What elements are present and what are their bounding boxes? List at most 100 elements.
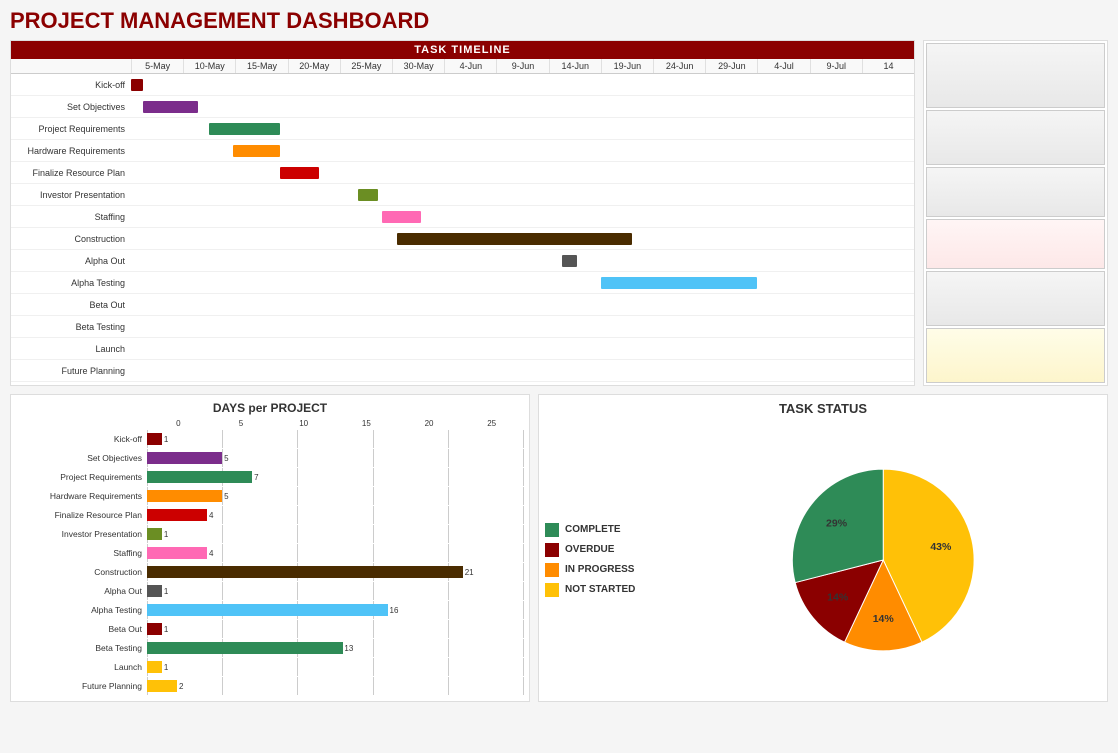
bar-row: Launch 1 bbox=[17, 658, 523, 676]
grid-line bbox=[448, 601, 449, 619]
bar-row-label: Hardware Requirements bbox=[17, 491, 147, 501]
gantt-row-label: Launch bbox=[11, 344, 131, 354]
grid-line bbox=[373, 544, 374, 562]
bar-row: Alpha Out1 bbox=[17, 582, 523, 600]
x-axis-label: 15 bbox=[335, 419, 398, 428]
grid-line bbox=[448, 620, 449, 638]
legend-label: NOT STARTED bbox=[565, 584, 635, 595]
x-axis-label: 20 bbox=[398, 419, 461, 428]
gantt-row: Finalize Resource Plan bbox=[11, 162, 914, 184]
bar-value: 16 bbox=[390, 606, 399, 615]
bar-value: 4 bbox=[209, 549, 213, 558]
gantt-row-label: Finalize Resource Plan bbox=[11, 168, 131, 178]
grid-line bbox=[448, 430, 449, 448]
bar-row: Finalize Resource Plan4 bbox=[17, 506, 523, 524]
gantt-date-label: 9-Jun bbox=[496, 59, 548, 73]
grid-line bbox=[222, 430, 223, 448]
gantt-row-label: Investor Presentation bbox=[11, 190, 131, 200]
gantt-row: Hardware Requirements bbox=[11, 140, 914, 162]
gantt-row-chart bbox=[131, 162, 914, 183]
gantt-date-label: 15-May bbox=[235, 59, 287, 73]
grid-line bbox=[222, 620, 223, 638]
gantt-bar bbox=[358, 189, 378, 201]
bar-row-chart: 16 bbox=[147, 601, 523, 619]
grid-line bbox=[523, 677, 524, 695]
gantt-row-label: Staffing bbox=[11, 212, 131, 222]
grid-line bbox=[448, 525, 449, 543]
legend-item: IN PROGRESS bbox=[545, 563, 665, 577]
gantt-row-chart bbox=[131, 118, 914, 139]
gantt-row: Staffing bbox=[11, 206, 914, 228]
gantt-row-label: Construction bbox=[11, 234, 131, 244]
grid-line bbox=[448, 639, 449, 657]
gantt-bar bbox=[143, 101, 198, 113]
bar-row: Beta Testing13 bbox=[17, 639, 523, 657]
grid-line bbox=[523, 430, 524, 448]
bar-row-chart: 1 bbox=[147, 658, 523, 676]
bar-fill bbox=[147, 490, 222, 502]
gantt-row: Alpha Testing bbox=[11, 272, 914, 294]
grid-line bbox=[448, 677, 449, 695]
gantt-date-label: 25-May bbox=[340, 59, 392, 73]
page-wrapper: PROJECT MANAGEMENT DASHBOARD TASK TIMELI… bbox=[0, 0, 1118, 710]
bar-row: Staffing 4 bbox=[17, 544, 523, 562]
bar-fill bbox=[147, 585, 162, 597]
legend-color-swatch bbox=[545, 583, 559, 597]
bar-value: 7 bbox=[254, 473, 258, 482]
bar-row-label: Beta Testing bbox=[17, 643, 147, 653]
grid-line bbox=[297, 677, 298, 695]
bar-row: Investor Presentation1 bbox=[17, 525, 523, 543]
gantt-date-label: 14 bbox=[862, 59, 914, 73]
x-axis-label: 25 bbox=[460, 419, 523, 428]
thumbnail-panel bbox=[923, 40, 1108, 386]
grid-line bbox=[448, 506, 449, 524]
grid-line bbox=[448, 487, 449, 505]
grid-line bbox=[523, 506, 524, 524]
grid-line bbox=[373, 487, 374, 505]
grid-line bbox=[523, 620, 524, 638]
bar-value: 4 bbox=[209, 511, 213, 520]
grid-line bbox=[448, 468, 449, 486]
bar-row-chart: 1 bbox=[147, 430, 523, 448]
grid-line bbox=[523, 658, 524, 676]
grid-line bbox=[523, 563, 524, 581]
bar-value: 1 bbox=[164, 587, 168, 596]
bar-row: Project Requirements 7 bbox=[17, 468, 523, 486]
grid-line bbox=[222, 677, 223, 695]
status-content: COMPLETE OVERDUE IN PROGRESS NOT STARTED 43… bbox=[545, 424, 1101, 695]
thumb-4 bbox=[926, 219, 1105, 269]
grid-line bbox=[297, 525, 298, 543]
gantt-row-chart bbox=[131, 316, 914, 337]
gantt-body: 5-May10-May15-May20-May25-May30-May4-Jun… bbox=[11, 59, 914, 382]
gantt-bar bbox=[209, 123, 279, 135]
gantt-row-chart bbox=[131, 184, 914, 205]
legend-label: COMPLETE bbox=[565, 524, 621, 535]
gantt-row-chart bbox=[131, 250, 914, 271]
gantt-date-label: 10-May bbox=[183, 59, 235, 73]
grid-line bbox=[373, 677, 374, 695]
grid-line bbox=[373, 582, 374, 600]
legend-label: OVERDUE bbox=[565, 544, 614, 555]
gantt-date-label: 24-Jun bbox=[653, 59, 705, 73]
bar-row-chart: 1 bbox=[147, 525, 523, 543]
grid-line bbox=[297, 506, 298, 524]
bar-row-label: Staffing bbox=[17, 548, 147, 558]
grid-line bbox=[523, 582, 524, 600]
gantt-row-label: Kick-off bbox=[11, 80, 131, 90]
gantt-row-label: Set Objectives bbox=[11, 102, 131, 112]
bar-value: 1 bbox=[164, 663, 168, 672]
bar-fill bbox=[147, 566, 463, 578]
gantt-row-label: Hardware Requirements bbox=[11, 146, 131, 156]
grid-line bbox=[523, 468, 524, 486]
pie-slice-label: 43% bbox=[930, 540, 952, 552]
gantt-row-label: Future Planning bbox=[11, 366, 131, 376]
gantt-row: Kick-off bbox=[11, 74, 914, 96]
bar-row-label: Launch bbox=[17, 662, 147, 672]
bar-row-label: Set Objectives bbox=[17, 453, 147, 463]
thumb-3 bbox=[926, 167, 1105, 217]
bar-value: 5 bbox=[224, 492, 228, 501]
bar-row-chart: 2 bbox=[147, 677, 523, 695]
gantt-row: Construction bbox=[11, 228, 914, 250]
bar-row-label: Project Requirements bbox=[17, 472, 147, 482]
bar-value: 1 bbox=[164, 530, 168, 539]
